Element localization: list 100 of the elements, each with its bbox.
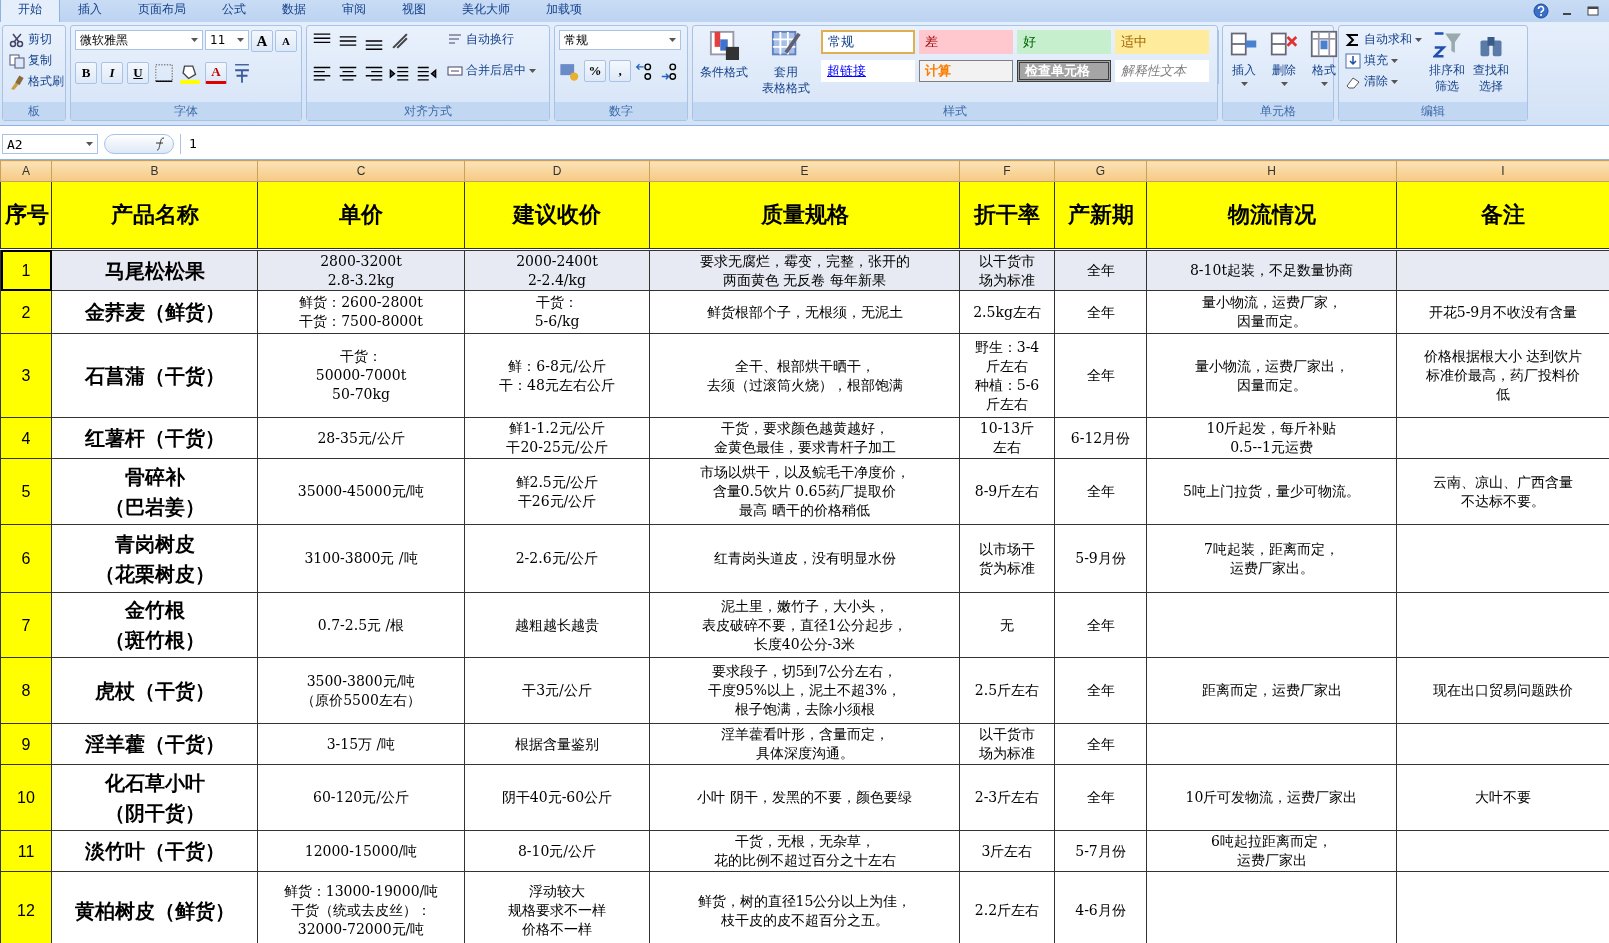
column-letter[interactable]: E: [649, 160, 960, 182]
cell-text: 表皮破碎不要，直径1公分起步，: [701, 615, 908, 635]
cell-text: 两面黄色 无反卷 每年新果: [722, 270, 887, 290]
cell-text: 6吨起拉距离而定，: [1210, 832, 1333, 851]
column-letter[interactable]: I: [1396, 160, 1609, 182]
insert-cells-icon[interactable]: [1230, 30, 1258, 58]
cell-style-item[interactable]: 好: [1017, 30, 1111, 54]
group-label: 编辑: [1421, 104, 1445, 118]
column-letter[interactable]: B: [51, 160, 258, 182]
name-box[interactable]: A2: [2, 134, 98, 154]
conditional-format-icon[interactable]: [709, 30, 739, 60]
cell-text: 种植：5-6: [973, 375, 1041, 395]
ribbon-tab[interactable]: 审阅: [324, 0, 384, 22]
help-icon[interactable]: [1533, 3, 1549, 19]
ribbon-tab[interactable]: 美化大师: [444, 0, 528, 22]
ribbon-tab[interactable]: 公式: [204, 0, 264, 22]
cell-text: （花栗树皮）: [93, 560, 216, 588]
format-cells-icon[interactable]: [1310, 30, 1338, 58]
cell-text: 小叶 阴干，发黑的不要，颜色要绿: [696, 788, 913, 807]
restore-icon[interactable]: [1585, 3, 1601, 19]
borders-icon[interactable]: [153, 62, 175, 84]
cells-button[interactable]: 删除: [1267, 30, 1301, 102]
ribbon-tab[interactable]: 开始: [0, 0, 60, 22]
ribbon-tab[interactable]: 页面布局: [120, 0, 204, 22]
dropdown-icon[interactable]: [1391, 58, 1398, 63]
column-letter[interactable]: D: [464, 160, 650, 182]
cell-text: 价格不一样: [521, 920, 593, 939]
cell-text: 石菖蒲（干货）: [83, 362, 226, 390]
dropdown-icon[interactable]: [1391, 79, 1398, 84]
cell-style-item[interactable]: 适中: [1115, 30, 1209, 54]
font-color-button[interactable]: A: [205, 62, 227, 84]
cell-text: 7吨起装，距离而定，: [1203, 539, 1340, 559]
editing-button[interactable]: 自动求和: [1343, 30, 1424, 49]
wrap-text-button[interactable]: 自动换行: [445, 30, 538, 49]
grow-font-button[interactable]: A: [251, 30, 273, 52]
column-letter[interactable]: G: [1054, 160, 1147, 182]
font-name-field[interactable]: 微软雅黑: [75, 30, 203, 50]
clipboard-button[interactable]: 剪切: [7, 30, 66, 49]
column-letter[interactable]: H: [1146, 160, 1397, 182]
cell-text: 12000-15000/吨: [303, 841, 419, 861]
gallery-scrollbar[interactable]: [1217, 30, 1219, 84]
button-label: 查找和: [1473, 62, 1509, 78]
italic-button[interactable]: I: [101, 62, 123, 84]
cell-text: 干货，无根，无杂草，: [733, 832, 876, 851]
brush-icon[interactable]: [9, 73, 25, 90]
cell-text: 4: [20, 428, 32, 448]
underline-button[interactable]: U: [127, 62, 149, 84]
cell-text: 泥土里，嫩竹子，大小头，: [719, 596, 890, 616]
conditional-format-button[interactable]: 条件格式: [697, 30, 751, 102]
cell-text: 2.5kg左右: [972, 302, 1042, 322]
copy-icon[interactable]: [9, 52, 25, 69]
formula-field[interactable]: 1: [180, 134, 1609, 154]
sort-filter-icon[interactable]: [1433, 30, 1461, 58]
scissors-icon[interactable]: [9, 31, 25, 48]
cell-text: 干货：: [339, 347, 383, 366]
cell-text: 鲜货，树的直径15公分以上为佳，: [696, 891, 913, 911]
editing-button[interactable]: 清除: [1343, 72, 1424, 91]
find-select-button[interactable]: 查找和 选择: [1470, 30, 1512, 102]
shrink-font-button[interactable]: A: [275, 30, 297, 52]
cell-style-item[interactable]: 解释性文本: [1115, 60, 1209, 82]
dropdown-icon[interactable]: [669, 38, 676, 42]
cell-style-item[interactable]: 超链接: [821, 60, 915, 82]
font-size-field[interactable]: 11: [205, 30, 249, 50]
editing-button[interactable]: 填充: [1343, 51, 1424, 70]
table-format-button[interactable]: 套用 表格格式: [759, 30, 813, 102]
dropdown-icon[interactable]: [86, 142, 93, 146]
cell-style-item[interactable]: 常规: [821, 30, 915, 54]
comma-button[interactable]: ,: [609, 60, 631, 82]
ribbon-tab[interactable]: 数据: [264, 0, 324, 22]
dropdown-icon[interactable]: [237, 38, 244, 42]
cell-text: 场为标准: [978, 744, 1036, 763]
dropdown-icon[interactable]: [1240, 82, 1248, 86]
clipboard-button[interactable]: 复制: [7, 51, 66, 70]
clipboard-button[interactable]: 格式刷: [7, 72, 66, 91]
fill-down-icon[interactable]: [1345, 52, 1361, 69]
dropdown-icon[interactable]: [529, 68, 536, 73]
cell-text: 干：48元左右公斤: [498, 375, 616, 395]
cell-text: 全年: [1085, 302, 1116, 322]
cell-style-item[interactable]: 差: [919, 30, 1013, 54]
dropdown-icon[interactable]: [191, 38, 198, 42]
ribbon-tab[interactable]: 视图: [384, 0, 444, 22]
dropdown-icon[interactable]: [1320, 82, 1328, 86]
percent-button[interactable]: %: [584, 60, 606, 82]
delete-cells-icon[interactable]: [1270, 30, 1298, 58]
number-format-field[interactable]: 常规: [559, 30, 681, 50]
ribbon-tab[interactable]: 插入: [60, 0, 120, 22]
dropdown-icon[interactable]: [1280, 82, 1288, 86]
column-letter[interactable]: C: [257, 160, 465, 182]
bold-button[interactable]: B: [75, 62, 97, 84]
column-letter[interactable]: F: [959, 160, 1055, 182]
cells-button[interactable]: 插入: [1227, 30, 1261, 102]
merge-center-button[interactable]: 合并后居中: [445, 61, 538, 80]
sort-filter-button[interactable]: 排序和 筛选: [1426, 30, 1468, 102]
dropdown-icon[interactable]: [1415, 37, 1422, 42]
button-label: 表格格式: [762, 80, 810, 96]
sigma-icon[interactable]: [1345, 31, 1361, 48]
ribbon-tab[interactable]: 加载项: [528, 0, 600, 22]
column-letter[interactable]: A: [0, 160, 52, 182]
cell-text: 32000-72000元/吨: [296, 920, 426, 939]
fill-color-icon[interactable]: [179, 62, 201, 84]
